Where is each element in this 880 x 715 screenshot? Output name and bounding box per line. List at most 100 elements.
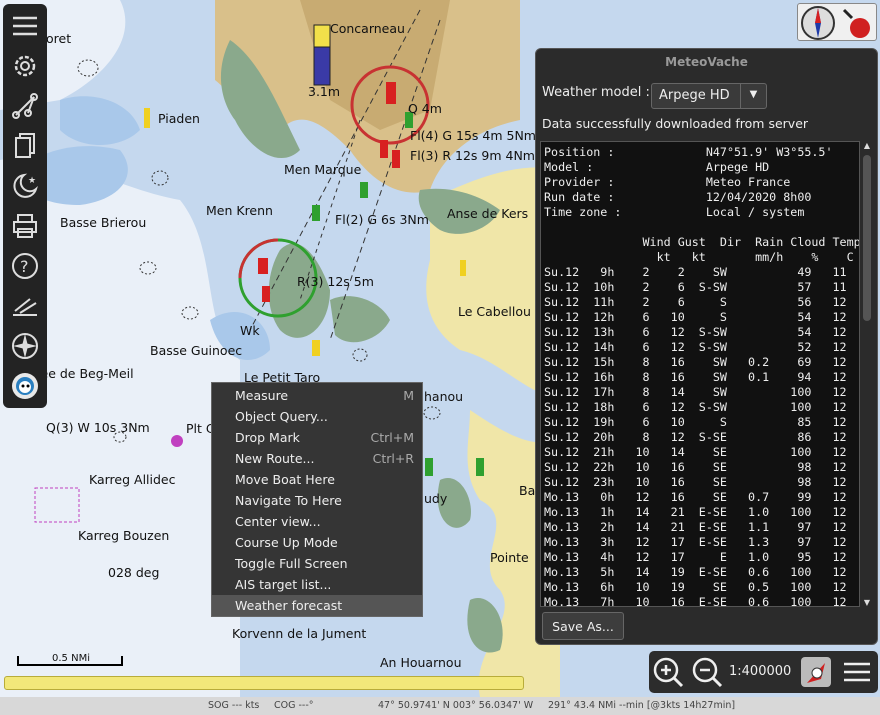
route-icon[interactable]: [7, 88, 43, 124]
boat-follow-icon[interactable]: [799, 655, 833, 689]
menu-item-new-route[interactable]: New Route... Ctrl+R: [212, 448, 422, 469]
light-label: Fl(2) G 6s 3Nm: [335, 212, 429, 227]
menu-icon[interactable]: [7, 8, 43, 44]
settings-icon[interactable]: [7, 48, 43, 84]
menu-item-shortcut: Ctrl+R: [372, 451, 414, 466]
copy-icon[interactable]: [7, 128, 43, 164]
place-label: Men Marque: [284, 162, 362, 177]
place-label: Le Cabellou: [458, 304, 531, 319]
menu-item-label: Weather forecast: [235, 598, 343, 613]
menu-item-label: Object Query...: [235, 409, 328, 424]
forecast-row: Su.12 15h 8 16 SW 0.2 69 12: [544, 355, 847, 369]
weather-model-value: Arpege HD: [659, 88, 730, 103]
zoom-in-icon[interactable]: [651, 655, 685, 689]
place-label: Ba: [519, 483, 536, 498]
zoom-out-icon[interactable]: [690, 655, 724, 689]
heading-label: 028 deg: [108, 565, 160, 580]
menu-item-navigate-to-here[interactable]: Navigate To Here: [212, 490, 422, 511]
forecast-row: Mo.13 7h 10 16 E-SE 0.6 100 12: [544, 595, 847, 607]
forecast-row: Su.12 13h 6 12 S-SW 54 12: [544, 325, 847, 339]
help-icon[interactable]: ?: [7, 248, 43, 284]
forecast-info-line: Model : Arpege HD: [544, 160, 770, 174]
place-label: hanou: [424, 389, 464, 404]
scroll-down-icon[interactable]: ▼: [861, 598, 873, 607]
forecast-row: Su.12 18h 6 12 S-SW 100 12: [544, 400, 847, 414]
forecast-row: Mo.13 6h 10 19 SE 0.5 100 12: [544, 580, 847, 594]
forecast-info-line: Run date : 12/04/2020 8h00: [544, 190, 812, 204]
scroll-up-icon[interactable]: ▲: [861, 141, 873, 150]
panel-title: MeteoVache: [665, 55, 748, 69]
forecast-row: Mo.13 3h 12 17 E-SE 1.3 97 12: [544, 535, 847, 549]
download-status: Data successfully downloaded from server: [542, 116, 809, 131]
svg-text:?: ?: [20, 257, 29, 276]
place-label: Men Krenn: [206, 203, 273, 218]
tide-height-label: 3.1m: [308, 84, 341, 99]
place-label: An Houarnou: [380, 655, 462, 670]
menu-item-weather-forecast[interactable]: Weather forecast: [212, 595, 422, 616]
menu-item-ais-target-list[interactable]: AIS target list...: [212, 574, 422, 595]
meteo-panel: MeteoVache Weather model : Arpege HD ▼ D…: [535, 48, 878, 645]
context-menu: Measure M Object Query... Drop Mark Ctrl+M Ne…: [211, 382, 423, 617]
place-label: Karreg Bouzen: [78, 528, 170, 543]
forecast-row: Su.12 22h 10 16 SE 98 12: [544, 460, 847, 474]
forecast-row: Su.12 14h 6 12 S-SW 52 12: [544, 340, 847, 354]
menu-icon[interactable]: [840, 655, 874, 689]
place-label: Karreg Allidec: [89, 472, 176, 487]
light-label: R(3) 12s 5m: [297, 274, 374, 289]
plugin-icon[interactable]: [7, 368, 43, 404]
menu-item-shortcut: Ctrl+M: [370, 430, 415, 445]
menu-item-label: Navigate To Here: [235, 493, 342, 508]
menu-item-label: Center view...: [235, 514, 321, 529]
forecast-row: Su.12 20h 8 12 S-SE 86 12: [544, 430, 847, 444]
place-label: oret: [46, 31, 72, 46]
forecast-row: Mo.13 0h 12 16 SE 0.7 99 12: [544, 490, 847, 504]
menu-item-label: AIS target list...: [235, 577, 332, 592]
menu-item-label: Course Up Mode: [235, 535, 338, 550]
sog-readout: SOG --- kts: [208, 700, 260, 711]
place-label: Piaden: [158, 111, 200, 126]
menu-item-label: New Route...: [235, 451, 315, 466]
weather-model-select[interactable]: Arpege HD ▼: [651, 83, 767, 109]
forecast-row: Mo.13 4h 12 17 E 1.0 95 12: [544, 550, 847, 564]
north-up-compass[interactable]: [797, 3, 877, 41]
menu-item-drop-mark[interactable]: Drop Mark Ctrl+M: [212, 427, 422, 448]
scroll-thumb[interactable]: [863, 155, 871, 321]
forecast-row: Su.12 21h 10 14 SE 100 12: [544, 445, 847, 459]
place-label: Concarneau: [330, 21, 405, 36]
forecast-row: Su.12 11h 2 6 S 56 12: [544, 295, 847, 309]
forecast-row: Mo.13 1h 14 21 E-SE 1.0 100 12: [544, 505, 847, 519]
moon-star-icon[interactable]: ★: [7, 168, 43, 204]
forecast-row: Su.12 12h 6 10 S 54 12: [544, 310, 847, 324]
forecast-row: Su.12 19h 6 10 S 85 12: [544, 415, 847, 429]
scale-bar-label: 0.5 NMi: [52, 653, 90, 664]
forecast-header-line: Wind Gust Dir Rain Cloud Temp: [544, 235, 860, 249]
forecast-row: Su.12 23h 10 16 SE 98 12: [544, 475, 847, 489]
vertical-scrollbar[interactable]: ▲ ▼: [861, 141, 873, 607]
save-as-button[interactable]: Save As...: [542, 612, 624, 640]
forecast-text-area[interactable]: Position : N47°51.9' W3°55.5' Model : Arp…: [540, 141, 860, 607]
tracks-icon[interactable]: [7, 288, 43, 324]
place-label: Anse de Kers: [447, 206, 529, 221]
compass-icon[interactable]: [7, 328, 43, 364]
forecast-row: Su.12 17h 8 14 SW 100 12: [544, 385, 847, 399]
menu-item-center-view[interactable]: Center view...: [212, 511, 422, 532]
menu-item-toggle-full-screen[interactable]: Toggle Full Screen: [212, 553, 422, 574]
forecast-info-line: Provider : Meteo France: [544, 175, 791, 189]
place-label: udy: [424, 491, 448, 506]
scale-readout: 1:400000: [729, 664, 792, 679]
menu-item-course-up-mode[interactable]: Course Up Mode: [212, 532, 422, 553]
status-bar: SOG --- kts COG ---° 47° 50.9741' N 003°…: [0, 697, 880, 715]
menu-item-label: Move Boat Here: [235, 472, 335, 487]
light-label: Q 4m: [408, 101, 442, 116]
chart-loading-bar: [4, 676, 524, 690]
light-label: Fl(4) G 15s 4m 5Nm: [410, 128, 536, 143]
menu-item-label: Measure: [235, 388, 289, 403]
menu-item-measure[interactable]: Measure M: [212, 385, 422, 406]
menu-item-move-boat-here[interactable]: Move Boat Here: [212, 469, 422, 490]
place-label: Basse Brierou: [60, 215, 147, 230]
print-icon[interactable]: [7, 208, 43, 244]
light-label: Fl(3) R 12s 9m 4Nm: [410, 148, 535, 163]
menu-item-label: Drop Mark: [235, 430, 300, 445]
forecast-header-line: kt kt mm/h % C: [544, 250, 854, 264]
menu-item-object-query[interactable]: Object Query...: [212, 406, 422, 427]
